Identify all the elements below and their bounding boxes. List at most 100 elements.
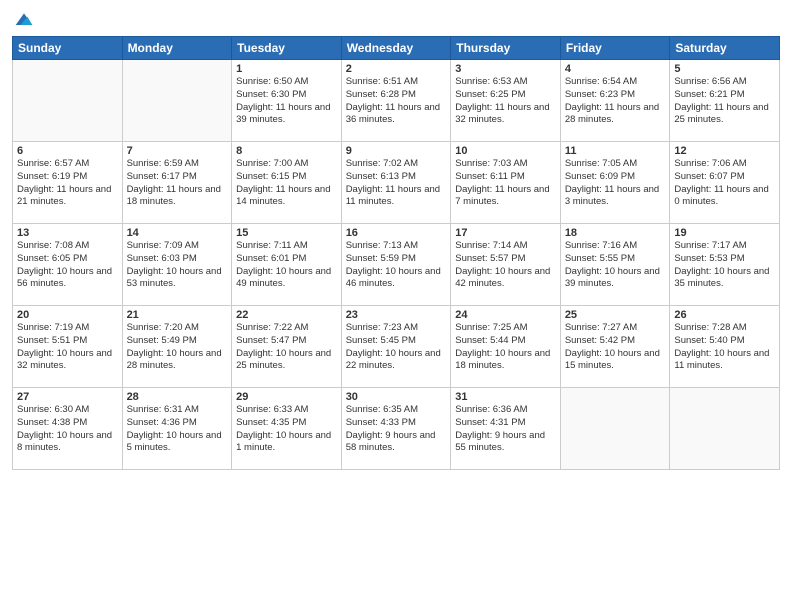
day-number: 9: [346, 145, 447, 157]
header-wednesday: Wednesday: [341, 37, 451, 60]
day-cell: [560, 388, 670, 470]
day-cell: [122, 60, 232, 142]
day-number: 3: [455, 63, 556, 75]
day-info: Sunrise: 7:05 AM Sunset: 6:09 PM Dayligh…: [565, 158, 666, 209]
day-number: 30: [346, 391, 447, 403]
day-cell: 25Sunrise: 7:27 AM Sunset: 5:42 PM Dayli…: [560, 306, 670, 388]
day-number: 15: [236, 227, 337, 239]
day-number: 26: [674, 309, 775, 321]
week-row-1: 1Sunrise: 6:50 AM Sunset: 6:30 PM Daylig…: [13, 60, 780, 142]
header-row: SundayMondayTuesdayWednesdayThursdayFrid…: [13, 37, 780, 60]
day-number: 13: [17, 227, 118, 239]
day-cell: [670, 388, 780, 470]
day-number: 7: [127, 145, 228, 157]
day-number: 20: [17, 309, 118, 321]
day-number: 29: [236, 391, 337, 403]
day-number: 10: [455, 145, 556, 157]
week-row-3: 13Sunrise: 7:08 AM Sunset: 6:05 PM Dayli…: [13, 224, 780, 306]
day-cell: 24Sunrise: 7:25 AM Sunset: 5:44 PM Dayli…: [451, 306, 561, 388]
day-info: Sunrise: 7:08 AM Sunset: 6:05 PM Dayligh…: [17, 240, 118, 291]
day-cell: 19Sunrise: 7:17 AM Sunset: 5:53 PM Dayli…: [670, 224, 780, 306]
day-number: 23: [346, 309, 447, 321]
day-info: Sunrise: 7:25 AM Sunset: 5:44 PM Dayligh…: [455, 322, 556, 373]
day-cell: 5Sunrise: 6:56 AM Sunset: 6:21 PM Daylig…: [670, 60, 780, 142]
day-info: Sunrise: 7:00 AM Sunset: 6:15 PM Dayligh…: [236, 158, 337, 209]
day-info: Sunrise: 6:54 AM Sunset: 6:23 PM Dayligh…: [565, 76, 666, 127]
calendar-table: SundayMondayTuesdayWednesdayThursdayFrid…: [12, 36, 780, 470]
day-info: Sunrise: 6:30 AM Sunset: 4:38 PM Dayligh…: [17, 404, 118, 455]
day-cell: 7Sunrise: 6:59 AM Sunset: 6:17 PM Daylig…: [122, 142, 232, 224]
day-cell: 16Sunrise: 7:13 AM Sunset: 5:59 PM Dayli…: [341, 224, 451, 306]
day-cell: [13, 60, 123, 142]
day-cell: 28Sunrise: 6:31 AM Sunset: 4:36 PM Dayli…: [122, 388, 232, 470]
day-cell: 9Sunrise: 7:02 AM Sunset: 6:13 PM Daylig…: [341, 142, 451, 224]
day-number: 6: [17, 145, 118, 157]
header-tuesday: Tuesday: [232, 37, 342, 60]
day-cell: 26Sunrise: 7:28 AM Sunset: 5:40 PM Dayli…: [670, 306, 780, 388]
day-info: Sunrise: 7:27 AM Sunset: 5:42 PM Dayligh…: [565, 322, 666, 373]
day-info: Sunrise: 6:51 AM Sunset: 6:28 PM Dayligh…: [346, 76, 447, 127]
header-saturday: Saturday: [670, 37, 780, 60]
logo-icon: [14, 10, 34, 30]
day-cell: 22Sunrise: 7:22 AM Sunset: 5:47 PM Dayli…: [232, 306, 342, 388]
day-cell: 10Sunrise: 7:03 AM Sunset: 6:11 PM Dayli…: [451, 142, 561, 224]
day-number: 11: [565, 145, 666, 157]
day-info: Sunrise: 7:22 AM Sunset: 5:47 PM Dayligh…: [236, 322, 337, 373]
day-cell: 2Sunrise: 6:51 AM Sunset: 6:28 PM Daylig…: [341, 60, 451, 142]
day-cell: 12Sunrise: 7:06 AM Sunset: 6:07 PM Dayli…: [670, 142, 780, 224]
day-number: 17: [455, 227, 556, 239]
header-sunday: Sunday: [13, 37, 123, 60]
day-info: Sunrise: 7:23 AM Sunset: 5:45 PM Dayligh…: [346, 322, 447, 373]
day-info: Sunrise: 7:17 AM Sunset: 5:53 PM Dayligh…: [674, 240, 775, 291]
day-cell: 31Sunrise: 6:36 AM Sunset: 4:31 PM Dayli…: [451, 388, 561, 470]
day-info: Sunrise: 7:03 AM Sunset: 6:11 PM Dayligh…: [455, 158, 556, 209]
week-row-5: 27Sunrise: 6:30 AM Sunset: 4:38 PM Dayli…: [13, 388, 780, 470]
day-number: 19: [674, 227, 775, 239]
day-number: 2: [346, 63, 447, 75]
day-cell: 21Sunrise: 7:20 AM Sunset: 5:49 PM Dayli…: [122, 306, 232, 388]
day-cell: 18Sunrise: 7:16 AM Sunset: 5:55 PM Dayli…: [560, 224, 670, 306]
day-number: 5: [674, 63, 775, 75]
day-number: 28: [127, 391, 228, 403]
day-info: Sunrise: 6:36 AM Sunset: 4:31 PM Dayligh…: [455, 404, 556, 455]
day-cell: 20Sunrise: 7:19 AM Sunset: 5:51 PM Dayli…: [13, 306, 123, 388]
day-info: Sunrise: 7:28 AM Sunset: 5:40 PM Dayligh…: [674, 322, 775, 373]
day-info: Sunrise: 6:50 AM Sunset: 6:30 PM Dayligh…: [236, 76, 337, 127]
day-number: 18: [565, 227, 666, 239]
day-cell: 4Sunrise: 6:54 AM Sunset: 6:23 PM Daylig…: [560, 60, 670, 142]
day-info: Sunrise: 7:13 AM Sunset: 5:59 PM Dayligh…: [346, 240, 447, 291]
day-number: 1: [236, 63, 337, 75]
day-cell: 29Sunrise: 6:33 AM Sunset: 4:35 PM Dayli…: [232, 388, 342, 470]
day-info: Sunrise: 6:31 AM Sunset: 4:36 PM Dayligh…: [127, 404, 228, 455]
day-number: 8: [236, 145, 337, 157]
main-container: SundayMondayTuesdayWednesdayThursdayFrid…: [0, 0, 792, 478]
week-row-4: 20Sunrise: 7:19 AM Sunset: 5:51 PM Dayli…: [13, 306, 780, 388]
day-cell: 11Sunrise: 7:05 AM Sunset: 6:09 PM Dayli…: [560, 142, 670, 224]
day-info: Sunrise: 6:53 AM Sunset: 6:25 PM Dayligh…: [455, 76, 556, 127]
day-number: 25: [565, 309, 666, 321]
day-number: 24: [455, 309, 556, 321]
day-number: 31: [455, 391, 556, 403]
day-number: 12: [674, 145, 775, 157]
header-friday: Friday: [560, 37, 670, 60]
day-number: 27: [17, 391, 118, 403]
day-cell: 8Sunrise: 7:00 AM Sunset: 6:15 PM Daylig…: [232, 142, 342, 224]
day-cell: 15Sunrise: 7:11 AM Sunset: 6:01 PM Dayli…: [232, 224, 342, 306]
day-cell: 1Sunrise: 6:50 AM Sunset: 6:30 PM Daylig…: [232, 60, 342, 142]
logo: [12, 10, 34, 30]
day-cell: 13Sunrise: 7:08 AM Sunset: 6:05 PM Dayli…: [13, 224, 123, 306]
day-cell: 17Sunrise: 7:14 AM Sunset: 5:57 PM Dayli…: [451, 224, 561, 306]
week-row-2: 6Sunrise: 6:57 AM Sunset: 6:19 PM Daylig…: [13, 142, 780, 224]
day-info: Sunrise: 7:09 AM Sunset: 6:03 PM Dayligh…: [127, 240, 228, 291]
day-info: Sunrise: 7:14 AM Sunset: 5:57 PM Dayligh…: [455, 240, 556, 291]
day-info: Sunrise: 7:16 AM Sunset: 5:55 PM Dayligh…: [565, 240, 666, 291]
day-number: 4: [565, 63, 666, 75]
day-cell: 23Sunrise: 7:23 AM Sunset: 5:45 PM Dayli…: [341, 306, 451, 388]
day-info: Sunrise: 7:19 AM Sunset: 5:51 PM Dayligh…: [17, 322, 118, 373]
day-number: 22: [236, 309, 337, 321]
day-info: Sunrise: 7:06 AM Sunset: 6:07 PM Dayligh…: [674, 158, 775, 209]
day-cell: 30Sunrise: 6:35 AM Sunset: 4:33 PM Dayli…: [341, 388, 451, 470]
header-thursday: Thursday: [451, 37, 561, 60]
day-number: 14: [127, 227, 228, 239]
day-info: Sunrise: 7:02 AM Sunset: 6:13 PM Dayligh…: [346, 158, 447, 209]
